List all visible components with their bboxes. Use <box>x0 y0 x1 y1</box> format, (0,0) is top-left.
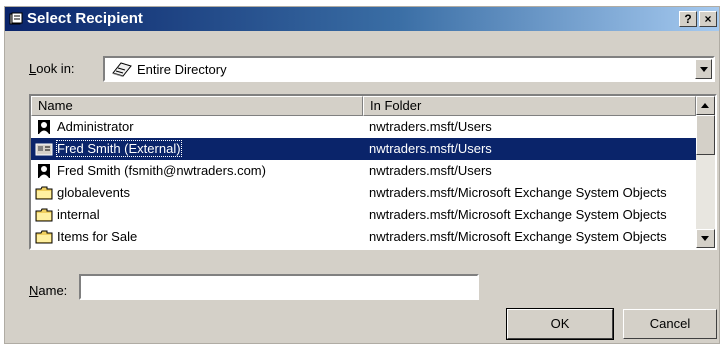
list-item-selected[interactable]: Fred Smith (External) nwtraders.msft/Use… <box>31 138 696 160</box>
recipient-name: globalevents <box>57 185 130 200</box>
user-icon <box>38 120 50 134</box>
close-button[interactable]: × <box>699 11 717 27</box>
name-label-text: ame: <box>38 283 68 298</box>
recipient-folder: nwtraders.msft/Users <box>369 141 492 156</box>
scroll-thumb[interactable] <box>696 115 715 155</box>
public-folder-icon <box>35 208 53 222</box>
recipient-folder: nwtraders.msft/Users <box>369 163 492 178</box>
title-bar[interactable]: Select Recipient ? × <box>5 7 719 31</box>
help-button[interactable]: ? <box>679 11 697 27</box>
column-header-in-folder[interactable]: In Folder <box>363 96 696 116</box>
look-in-label: Look in: <box>29 61 75 76</box>
address-book-icon <box>9 12 23 25</box>
recipient-folder: nwtraders.msft/Users <box>369 119 492 134</box>
address-book-icon <box>112 62 132 77</box>
look-in-label-text: ook in: <box>36 61 75 76</box>
public-folder-icon <box>35 230 53 244</box>
contact-icon <box>35 143 53 156</box>
list-item[interactable]: internal nwtraders.msft/Microsoft Exchan… <box>31 204 696 226</box>
look-in-value: Entire Directory <box>137 62 227 77</box>
column-header-name[interactable]: Name <box>31 96 363 116</box>
list-header: Name In Folder <box>31 96 696 116</box>
recipient-list[interactable]: Name In Folder Administrator nwtraders.m… <box>29 94 717 250</box>
name-accel: N <box>29 283 39 298</box>
recipient-name: Fred Smith (External) <box>56 138 182 160</box>
list-item[interactable]: Fred Smith (fsmith@nwtraders.com) nwtrad… <box>31 160 696 182</box>
scroll-down-icon[interactable] <box>696 229 715 248</box>
list-item[interactable]: Administrator nwtraders.msft/Users <box>31 116 696 138</box>
dialog-title: Select Recipient <box>27 10 143 27</box>
cancel-button[interactable]: Cancel <box>623 309 717 339</box>
name-label: Name: <box>29 283 67 298</box>
recipient-name: Fred Smith (fsmith@nwtraders.com) <box>57 163 266 178</box>
recipient-folder: nwtraders.msft/Microsoft Exchange System… <box>369 229 667 244</box>
select-recipient-dialog: Select Recipient ? × Look in: Entire Dir… <box>4 6 720 344</box>
vertical-scrollbar[interactable] <box>696 96 715 248</box>
user-icon <box>38 164 50 178</box>
scroll-up-icon[interactable] <box>696 96 715 115</box>
look-in-dropdown[interactable]: Entire Directory <box>103 56 715 82</box>
name-input[interactable] <box>79 274 479 300</box>
recipient-name: Items for Sale <box>57 229 138 244</box>
public-folder-icon <box>35 186 53 200</box>
recipient-name: internal <box>57 207 100 222</box>
list-item[interactable]: Items for Sale nwtraders.msft/Microsoft … <box>31 226 696 248</box>
list-item[interactable]: globalevents nwtraders.msft/Microsoft Ex… <box>31 182 696 204</box>
recipient-name: Administrator <box>57 119 134 134</box>
chevron-down-icon[interactable] <box>695 59 712 79</box>
recipient-folder: nwtraders.msft/Microsoft Exchange System… <box>369 185 667 200</box>
ok-button[interactable]: OK <box>506 308 614 340</box>
recipient-folder: nwtraders.msft/Microsoft Exchange System… <box>369 207 667 222</box>
recipient-name-text: Fred Smith (External) <box>56 140 182 157</box>
